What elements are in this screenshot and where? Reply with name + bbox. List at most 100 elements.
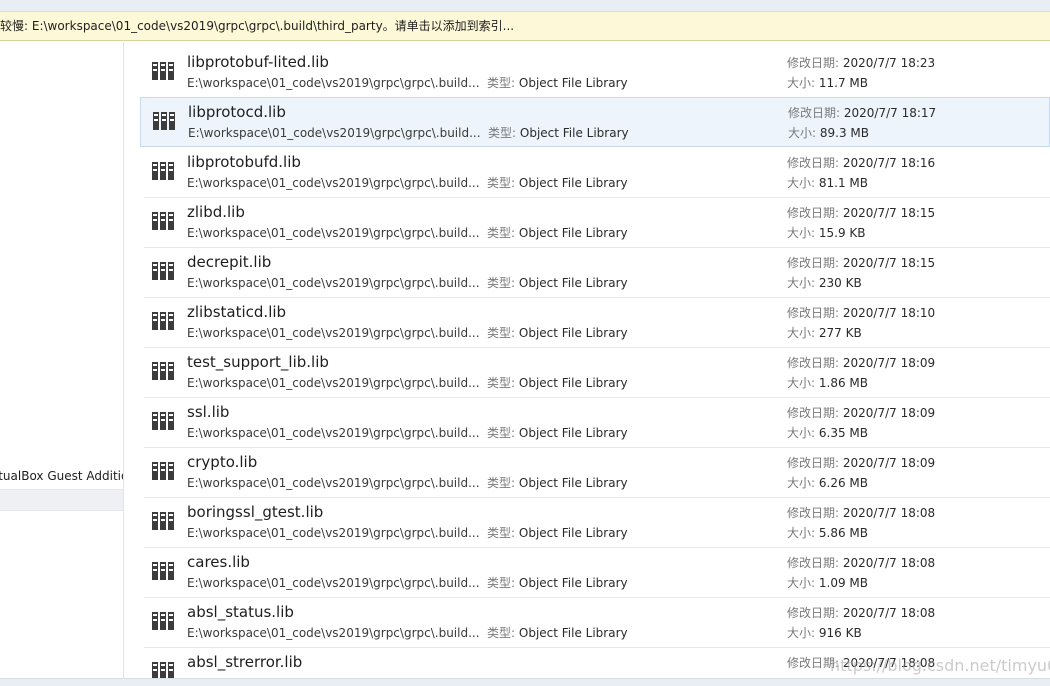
file-name: absl_strerror.lib [187, 653, 303, 671]
file-type: Object File Library [518, 226, 628, 240]
size-label: 大小: [787, 626, 816, 640]
file-path: E:\workspace\01_code\vs2019\grpc\grpc\.b… [187, 226, 480, 240]
library-books-icon [152, 512, 174, 530]
file-size: 11.7 MB [818, 76, 868, 90]
type-label: 类型: [487, 326, 516, 340]
library-books-icon [152, 662, 174, 678]
file-name: crypto.lib [187, 453, 258, 471]
file-row-selected[interactable]: libprotocd.lib E:\workspace\01_code\vs20… [140, 97, 1050, 147]
file-path: E:\workspace\01_code\vs2019\grpc\grpc\.b… [187, 576, 480, 590]
size-label: 大小: [788, 126, 817, 140]
size-label: 大小: [787, 576, 816, 590]
date-label: 修改日期: [787, 156, 840, 170]
file-row[interactable]: cares.lib E:\workspace\01_code\vs2019\gr… [144, 548, 1050, 598]
file-type: Object File Library [518, 526, 628, 540]
size-label: 大小: [787, 376, 816, 390]
size-label: 大小: [787, 426, 816, 440]
file-name: decrepit.lib [187, 253, 272, 271]
file-row[interactable]: boringssl_gtest.lib E:\workspace\01_code… [144, 498, 1050, 548]
file-date: 2020/7/7 18:23 [842, 56, 936, 70]
file-type: Object File Library [518, 176, 628, 190]
size-label: 大小: [787, 476, 816, 490]
file-path: E:\workspace\01_code\vs2019\grpc\grpc\.b… [188, 126, 481, 140]
file-path: E:\workspace\01_code\vs2019\grpc\grpc\.b… [187, 76, 480, 90]
file-date: 2020/7/7 18:08 [842, 556, 936, 570]
library-books-icon [152, 562, 174, 580]
file-name: zlibd.lib [187, 203, 245, 221]
file-path: E:\workspace\01_code\vs2019\grpc\grpc\.b… [187, 276, 480, 290]
file-row[interactable]: libprotobufd.lib E:\workspace\01_code\vs… [144, 148, 1050, 198]
file-name: test_support_lib.lib [187, 353, 329, 371]
file-type: Object File Library [518, 476, 628, 490]
library-books-icon [152, 162, 174, 180]
file-row[interactable]: test_support_lib.lib E:\workspace\01_cod… [144, 348, 1050, 398]
nav-item-label: VirtualBox Guest Additions [0, 469, 123, 483]
file-date: 2020/7/7 18:08 [842, 606, 936, 620]
file-row[interactable]: zlibd.lib E:\workspace\01_code\vs2019\gr… [144, 198, 1050, 248]
file-path: E:\workspace\01_code\vs2019\grpc\grpc\.b… [187, 326, 480, 340]
library-books-icon [152, 312, 174, 330]
size-label: 大小: [787, 326, 816, 340]
file-row[interactable]: absl_status.lib E:\workspace\01_code\vs2… [144, 598, 1050, 648]
date-label: 修改日期: [787, 556, 840, 570]
size-label: 大小: [787, 226, 816, 240]
library-books-icon [152, 612, 174, 630]
file-type: Object File Library [518, 326, 628, 340]
file-path: E:\workspace\01_code\vs2019\grpc\grpc\.b… [187, 626, 480, 640]
file-date: 2020/7/7 18:09 [842, 456, 936, 470]
nav-item-virtualbox[interactable]: VirtualBox Guest Additions [0, 467, 123, 485]
type-label: 类型: [487, 176, 516, 190]
library-books-icon [152, 212, 174, 230]
size-label: 大小: [787, 526, 816, 540]
file-row[interactable]: crypto.lib E:\workspace\01_code\vs2019\g… [144, 448, 1050, 498]
type-label: 类型: [487, 626, 516, 640]
size-label: 大小: [787, 176, 816, 190]
file-path: E:\workspace\01_code\vs2019\grpc\grpc\.b… [187, 176, 480, 190]
file-size: 277 KB [818, 326, 862, 340]
file-name: boringssl_gtest.lib [187, 503, 324, 521]
file-type: Object File Library [518, 626, 628, 640]
file-type: Object File Library [518, 376, 628, 390]
type-label: 类型: [487, 76, 516, 90]
file-date: 2020/7/7 18:09 [842, 356, 936, 370]
file-row[interactable]: ssl.lib E:\workspace\01_code\vs2019\grpc… [144, 398, 1050, 448]
file-name: ssl.lib [187, 403, 230, 421]
type-label: 类型: [487, 526, 516, 540]
file-row[interactable]: libprotobuf-lited.lib E:\workspace\01_co… [144, 48, 1050, 98]
file-row[interactable]: zlibstaticd.lib E:\workspace\01_code\vs2… [144, 298, 1050, 348]
window-bottom-strip [0, 678, 1050, 686]
navigation-pane: VirtualBox Guest Additions [0, 42, 124, 678]
file-name: cares.lib [187, 553, 250, 571]
file-row[interactable]: decrepit.lib E:\workspace\01_code\vs2019… [144, 248, 1050, 298]
date-label: 修改日期: [787, 456, 840, 470]
file-date: 2020/7/7 18:15 [842, 206, 936, 220]
search-results-list: libprotobuf-lited.lib E:\workspace\01_co… [140, 48, 1050, 678]
infobar-text: 较慢: E:\workspace\01_code\vs2019\grpc\grp… [0, 19, 515, 33]
file-type: Object File Library [518, 426, 628, 440]
nav-item-blank[interactable] [0, 489, 123, 511]
date-label: 修改日期: [787, 56, 840, 70]
file-path: E:\workspace\01_code\vs2019\grpc\grpc\.b… [187, 376, 480, 390]
type-label: 类型: [487, 226, 516, 240]
file-type: Object File Library [519, 126, 629, 140]
file-size: 230 KB [818, 276, 862, 290]
type-label: 类型: [487, 476, 516, 490]
type-label: 类型: [487, 576, 516, 590]
date-label: 修改日期: [788, 106, 841, 120]
date-label: 修改日期: [787, 506, 840, 520]
slow-search-infobar[interactable]: 较慢: E:\workspace\01_code\vs2019\grpc\grp… [0, 12, 1050, 41]
file-date: 2020/7/7 18:08 [842, 506, 936, 520]
file-name: libprotobuf-lited.lib [187, 53, 329, 71]
file-size: 6.35 MB [818, 426, 868, 440]
type-label: 类型: [488, 126, 517, 140]
file-size: 1.86 MB [818, 376, 868, 390]
file-path: E:\workspace\01_code\vs2019\grpc\grpc\.b… [187, 476, 480, 490]
file-name: libprotocd.lib [188, 103, 286, 121]
date-label: 修改日期: [787, 306, 840, 320]
file-date: 2020/7/7 18:09 [842, 406, 936, 420]
type-label: 类型: [487, 426, 516, 440]
file-name: absl_status.lib [187, 603, 294, 621]
file-name: zlibstaticd.lib [187, 303, 287, 321]
file-size: 15.9 KB [818, 226, 866, 240]
library-books-icon [152, 262, 174, 280]
